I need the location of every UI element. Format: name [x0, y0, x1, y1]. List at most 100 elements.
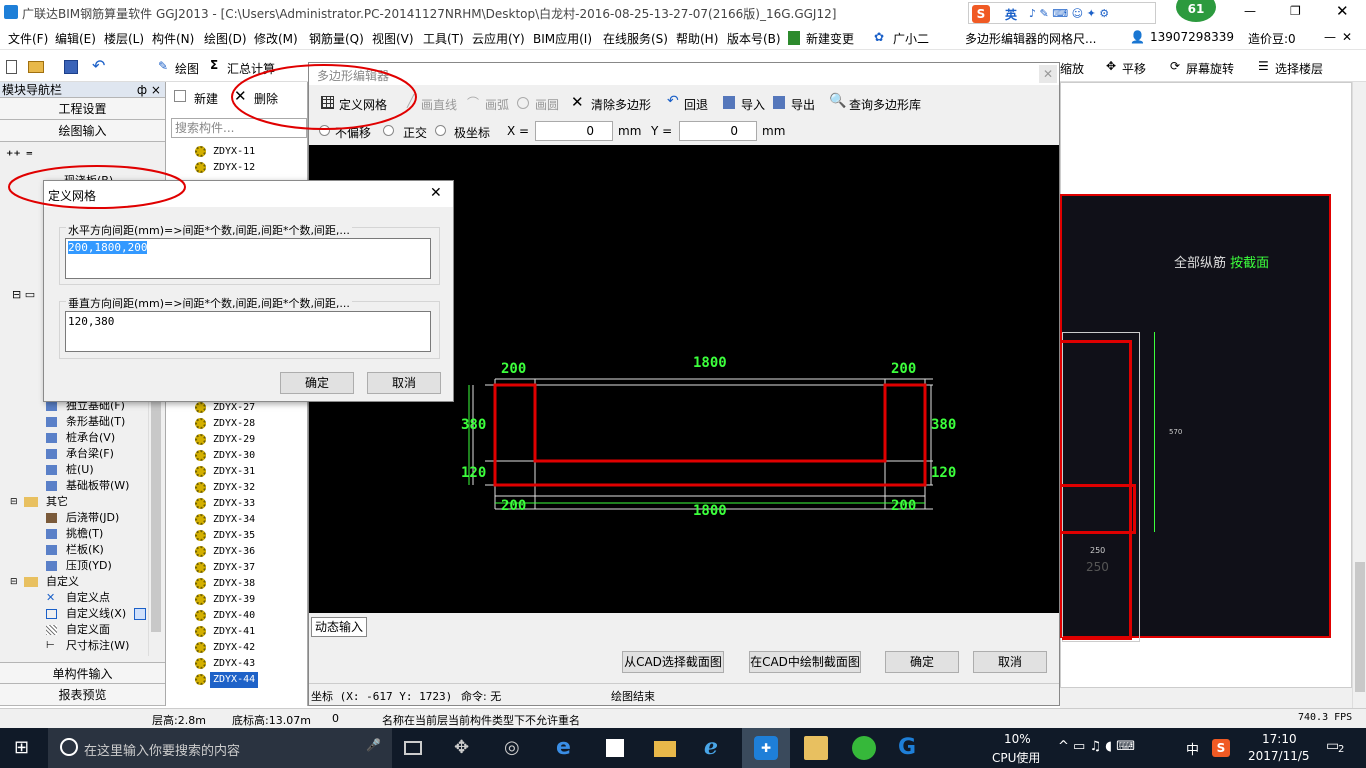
notes-icon[interactable] [804, 736, 828, 760]
taskbar-search[interactable]: 在这里输入你要搜索的内容 🎤 [48, 728, 392, 768]
tree-item[interactable]: 后浇带(JD) [8, 510, 158, 526]
task-view-icon[interactable] [404, 741, 422, 755]
new-file-icon[interactable] [6, 60, 17, 74]
h-spacing-input[interactable]: 200,1800,200 [65, 238, 431, 279]
expand-collapse-icons[interactable]: ⁺⁺ ⁼ [6, 148, 33, 164]
select-floor-button[interactable]: 选择楼层 [1275, 60, 1323, 77]
store-icon[interactable] [606, 739, 624, 757]
y-input[interactable]: 0 [679, 121, 757, 141]
mdi-minimize-icon[interactable]: — [1324, 30, 1336, 44]
tree-item[interactable]: 基础板带(W) [8, 478, 158, 494]
menu-online[interactable]: 在线服务(S) [603, 30, 668, 47]
undo-button[interactable]: 回退 [684, 96, 708, 113]
menu-rebar[interactable]: 钢筋量(Q) [309, 30, 364, 47]
component-item[interactable]: ZDYX-33 [195, 496, 255, 512]
export-button[interactable]: 导出 [791, 96, 815, 113]
cad-draw-button[interactable]: 在CAD中绘制截面图 [749, 651, 861, 673]
component-item[interactable]: ZDYX-28 [195, 416, 255, 432]
tree-item[interactable]: ✕ 自定义点 [8, 590, 158, 606]
report-preview-button[interactable]: 报表预览 [0, 684, 165, 706]
section-view[interactable]: 全部纵筋 按截面 570 250 250 [1060, 194, 1331, 642]
tree-item[interactable]: 承台梁(F) [8, 446, 158, 462]
component-search-input[interactable]: 搜索构件... [171, 118, 307, 138]
drawing-input-button[interactable]: 绘图输入 [0, 120, 165, 142]
tree-folder[interactable]: ⊟ 自定义 [8, 574, 158, 590]
component-item[interactable]: ZDYX-30 [195, 448, 255, 464]
cad-select-button[interactable]: 从CAD选择截面图 [622, 651, 724, 673]
x-input[interactable]: 0 [535, 121, 613, 141]
define-grid-button[interactable]: 定义网格 [339, 96, 387, 113]
ime-lang[interactable]: 英 [1005, 6, 1017, 23]
vertical-scrollbar[interactable] [1352, 82, 1366, 708]
menu-floor[interactable]: 楼层(L) [104, 30, 144, 47]
component-item[interactable]: ZDYX-31 [195, 464, 255, 480]
radio-ortho[interactable] [383, 125, 394, 136]
delete-component-button[interactable]: 删除 [254, 90, 278, 107]
component-item[interactable]: ZDYX-36 [195, 544, 255, 560]
restore-icon[interactable]: ❐ [1290, 4, 1301, 18]
mdi-close-icon[interactable]: ✕ [1342, 30, 1352, 44]
windows-start-icon[interactable]: ⊞ [14, 736, 38, 760]
menu-new-change[interactable]: 新建变更 [806, 30, 854, 47]
component-item[interactable]: ZDYX-29 [195, 432, 255, 448]
component-item[interactable]: ZDYX-32 [195, 480, 255, 496]
undo-icon[interactable]: ↶ [92, 56, 105, 75]
dialog-cancel-button[interactable]: 取消 [367, 372, 441, 394]
menu-file[interactable]: 文件(F) [8, 30, 48, 47]
menu-assistant[interactable]: 广小二 [893, 30, 929, 47]
component-item[interactable]: ZDYX-41 [195, 624, 255, 640]
menu-cloud[interactable]: 云应用(Y) [472, 30, 525, 47]
price-beans[interactable]: 造价豆:0 [1248, 30, 1296, 47]
tree-item[interactable]: 自定义面 [8, 622, 158, 638]
minimize-icon[interactable]: — [1244, 4, 1256, 18]
tree-item-selected[interactable]: 自定义线(X) [8, 606, 158, 622]
draw-arc-button[interactable]: 画弧 [485, 96, 509, 113]
poly-ok-button[interactable]: 确定 [885, 651, 959, 673]
clock-time[interactable]: 17:10 [1262, 732, 1297, 746]
swirl-icon[interactable]: ◎ [504, 736, 528, 760]
nav-pin[interactable]: ф × [137, 82, 165, 98]
component-item[interactable]: ZDYX-39 [195, 592, 255, 608]
tree-item[interactable]: 挑檐(T) [8, 526, 158, 542]
tray-icons[interactable]: ^ ▭ ♫ ◖ ⌨ [1058, 739, 1135, 754]
radio-no-offset[interactable] [319, 125, 330, 136]
draw-circle-button[interactable]: 画圆 [535, 96, 559, 113]
component-item[interactable]: ZDYX-43 [195, 656, 255, 672]
tree-item[interactable]: 条形基础(T) [8, 414, 158, 430]
rotate-button[interactable]: 屏幕旋转 [1186, 60, 1234, 77]
tree-item[interactable]: 桩(U) [8, 462, 158, 478]
user-phone[interactable]: 13907298339 [1150, 30, 1234, 44]
dialog-close-icon[interactable]: ✕ [430, 185, 442, 201]
menu-bim[interactable]: BIM应用(I) [533, 30, 592, 47]
notification-badge[interactable]: 61 [1176, 0, 1216, 22]
component-item[interactable]: ZDYX-11 [195, 144, 255, 160]
menu-modify[interactable]: 修改(M) [254, 30, 298, 47]
menu-view[interactable]: 视图(V) [372, 30, 414, 47]
menu-help[interactable]: 帮助(H) [676, 30, 718, 47]
draw-line-button[interactable]: 画直线 [421, 96, 457, 113]
ime-indicator[interactable]: 中 [1186, 739, 1199, 758]
component-item[interactable]: ZDYX-38 [195, 576, 255, 592]
sogou-tray-icon[interactable]: S [1212, 739, 1230, 757]
project-settings-button[interactable]: 工程设置 [0, 98, 165, 120]
polygon-outline[interactable] [493, 383, 927, 487]
dialog-ok-button[interactable]: 确定 [280, 372, 354, 394]
single-component-button[interactable]: 单构件输入 [0, 662, 165, 684]
menu-draw[interactable]: 绘图(D) [204, 30, 247, 47]
tree-item[interactable]: 桩承台(V) [8, 430, 158, 446]
close-icon[interactable]: ✕ [1336, 2, 1349, 20]
tree-item[interactable]: ⊢ 尺寸标注(W) [8, 638, 158, 654]
draw-button[interactable]: 绘图 [175, 60, 199, 77]
edge-icon[interactable]: e [556, 736, 580, 760]
tree-item[interactable]: 栏板(K) [8, 542, 158, 558]
g-app-icon[interactable]: G [898, 736, 922, 760]
hint-text[interactable]: 多边形编辑器的网格尺... [965, 30, 1096, 47]
zoom-button[interactable]: 缩放 [1060, 60, 1084, 77]
component-item[interactable]: ZDYX-40 [195, 608, 255, 624]
clock-date[interactable]: 2017/11/5 [1248, 749, 1310, 763]
menu-version[interactable]: 版本号(B) [727, 30, 781, 47]
open-folder-icon[interactable] [28, 61, 44, 73]
pan-button[interactable]: 平移 [1122, 60, 1146, 77]
menu-edit[interactable]: 编辑(E) [55, 30, 96, 47]
new-component-button[interactable]: 新建 [194, 90, 218, 107]
